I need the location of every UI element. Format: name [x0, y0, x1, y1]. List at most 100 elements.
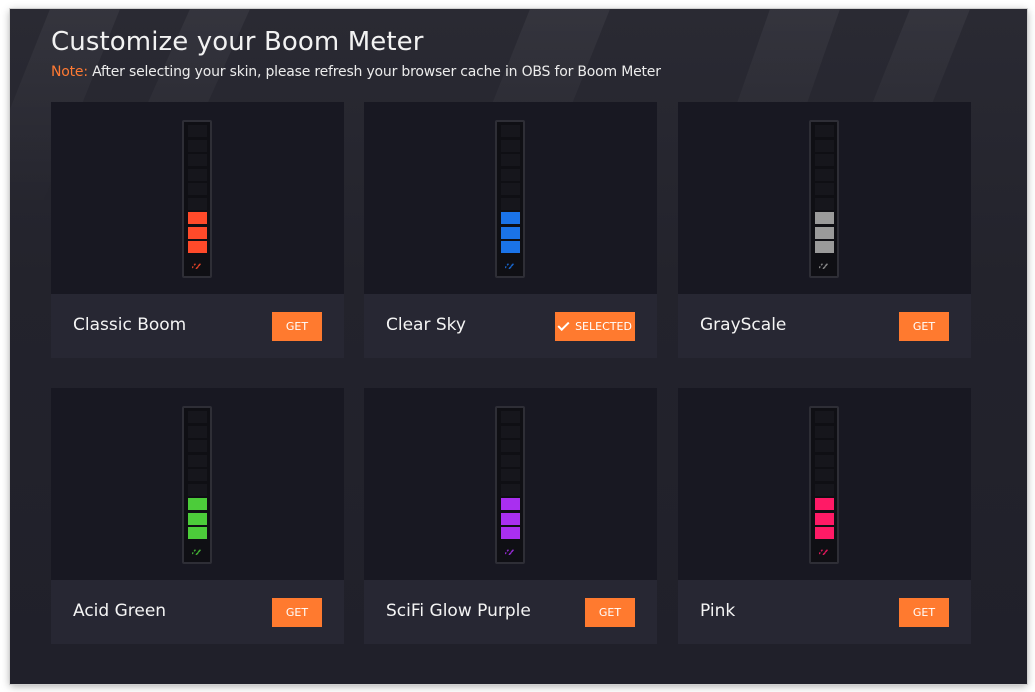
- skin-card-classic-boom: Classic Boom GET: [51, 102, 344, 358]
- meter-segment: [188, 440, 207, 452]
- skin-name: Acid Green: [73, 601, 167, 621]
- boom-meter-preview: [182, 406, 212, 564]
- meter-segment: [815, 168, 834, 181]
- boom-meter-preview: [182, 120, 212, 278]
- meter-segment: [815, 469, 834, 481]
- boom-meter-preview: [495, 120, 525, 278]
- meter-segment: [501, 139, 520, 152]
- meter-segment: [501, 425, 520, 438]
- skin-name: Pink: [700, 601, 736, 621]
- meter-segment: [501, 168, 520, 181]
- skin-preview: [51, 102, 344, 294]
- meter-segment: [188, 139, 207, 152]
- meter-segment: [501, 454, 520, 467]
- meter-segment: [815, 183, 834, 195]
- meter-segment: [815, 483, 834, 496]
- skin-card-footer: Clear Sky SELECTED: [364, 294, 657, 358]
- meter-segment: [815, 212, 834, 224]
- meter-segment: [815, 498, 834, 510]
- boom-logo-icon: [819, 263, 829, 269]
- boom-meter-preview: [809, 120, 839, 278]
- meter-segment: [501, 527, 520, 539]
- skin-card-acid-green: Acid Green GET: [51, 388, 344, 644]
- meter-segment: [188, 168, 207, 181]
- skin-name: GrayScale: [700, 315, 787, 335]
- skin-card-footer: SciFi Glow Purple GET: [364, 580, 657, 644]
- meter-segment: [815, 425, 834, 438]
- meter-segment: [815, 440, 834, 452]
- boom-logo-icon: [505, 263, 515, 269]
- selected-button[interactable]: SELECTED: [555, 312, 635, 341]
- meter-segment: [501, 440, 520, 452]
- boom-meter-preview: [495, 406, 525, 564]
- meter-segment: [501, 469, 520, 481]
- app-window: Customize your Boom Meter Note: After se…: [10, 9, 1027, 684]
- meter-segment: [188, 483, 207, 496]
- get-button[interactable]: GET: [272, 598, 322, 627]
- meter-segment: [815, 454, 834, 467]
- get-button[interactable]: GET: [899, 598, 949, 627]
- skin-card-footer: Pink GET: [678, 580, 971, 644]
- skin-card-scifi-glow-purple: SciFi Glow Purple GET: [364, 388, 657, 644]
- meter-segment: [501, 226, 520, 239]
- meter-segment: [188, 183, 207, 195]
- get-button-label: GET: [285, 320, 309, 333]
- meter-segment: [188, 241, 207, 253]
- get-button-label: GET: [598, 606, 622, 619]
- boom-logo-icon: [192, 263, 202, 269]
- skin-card-footer: Acid Green GET: [51, 580, 344, 644]
- skin-preview: [51, 388, 344, 580]
- meter-segment: [815, 139, 834, 152]
- skin-preview: [364, 388, 657, 580]
- check-icon: [557, 318, 570, 331]
- skin-preview: [678, 102, 971, 294]
- meter-segment: [815, 154, 834, 166]
- note-label: Note:: [51, 64, 88, 80]
- meter-segment: [501, 154, 520, 166]
- skin-preview: [364, 102, 657, 294]
- skin-preview: [678, 388, 971, 580]
- boom-meter-preview: [809, 406, 839, 564]
- meter-segment: [188, 125, 207, 137]
- meter-segment: [188, 527, 207, 539]
- skin-card-clear-sky: Clear Sky SELECTED: [364, 102, 657, 358]
- meter-segment: [188, 411, 207, 423]
- meter-segment: [815, 125, 834, 137]
- skin-name: Classic Boom: [73, 315, 187, 335]
- boom-logo-icon: [505, 549, 515, 555]
- skin-name: Clear Sky: [386, 315, 466, 335]
- skin-name: SciFi Glow Purple: [386, 601, 531, 621]
- meter-segment: [501, 498, 520, 510]
- meter-segment: [815, 512, 834, 525]
- meter-segment: [188, 226, 207, 239]
- meter-segment: [501, 411, 520, 423]
- meter-segment: [501, 241, 520, 253]
- meter-segment: [188, 498, 207, 510]
- get-button-label: GET: [912, 320, 936, 333]
- get-button[interactable]: GET: [899, 312, 949, 341]
- skin-card-pink: Pink GET: [678, 388, 971, 644]
- meter-segment: [188, 197, 207, 210]
- boom-logo-icon: [819, 549, 829, 555]
- meter-segment: [501, 125, 520, 137]
- selected-button-label: SELECTED: [575, 320, 632, 333]
- meter-segment: [501, 197, 520, 210]
- skin-card-grayscale: GrayScale GET: [678, 102, 971, 358]
- get-button[interactable]: GET: [272, 312, 322, 341]
- meter-segment: [188, 454, 207, 467]
- get-button-label: GET: [912, 606, 936, 619]
- meter-segment: [815, 411, 834, 423]
- get-button[interactable]: GET: [585, 598, 635, 627]
- meter-segment: [188, 212, 207, 224]
- get-button-label: GET: [285, 606, 309, 619]
- boom-logo-icon: [192, 549, 202, 555]
- meter-segment: [501, 483, 520, 496]
- meter-segment: [188, 512, 207, 525]
- note-text: After selecting your skin, please refres…: [87, 64, 661, 80]
- meter-segment: [815, 241, 834, 253]
- cache-note: Note: After selecting your skin, please …: [51, 64, 661, 80]
- skin-card-footer: GrayScale GET: [678, 294, 971, 358]
- meter-segment: [815, 226, 834, 239]
- meter-segment: [188, 154, 207, 166]
- page-title: Customize your Boom Meter: [51, 27, 424, 57]
